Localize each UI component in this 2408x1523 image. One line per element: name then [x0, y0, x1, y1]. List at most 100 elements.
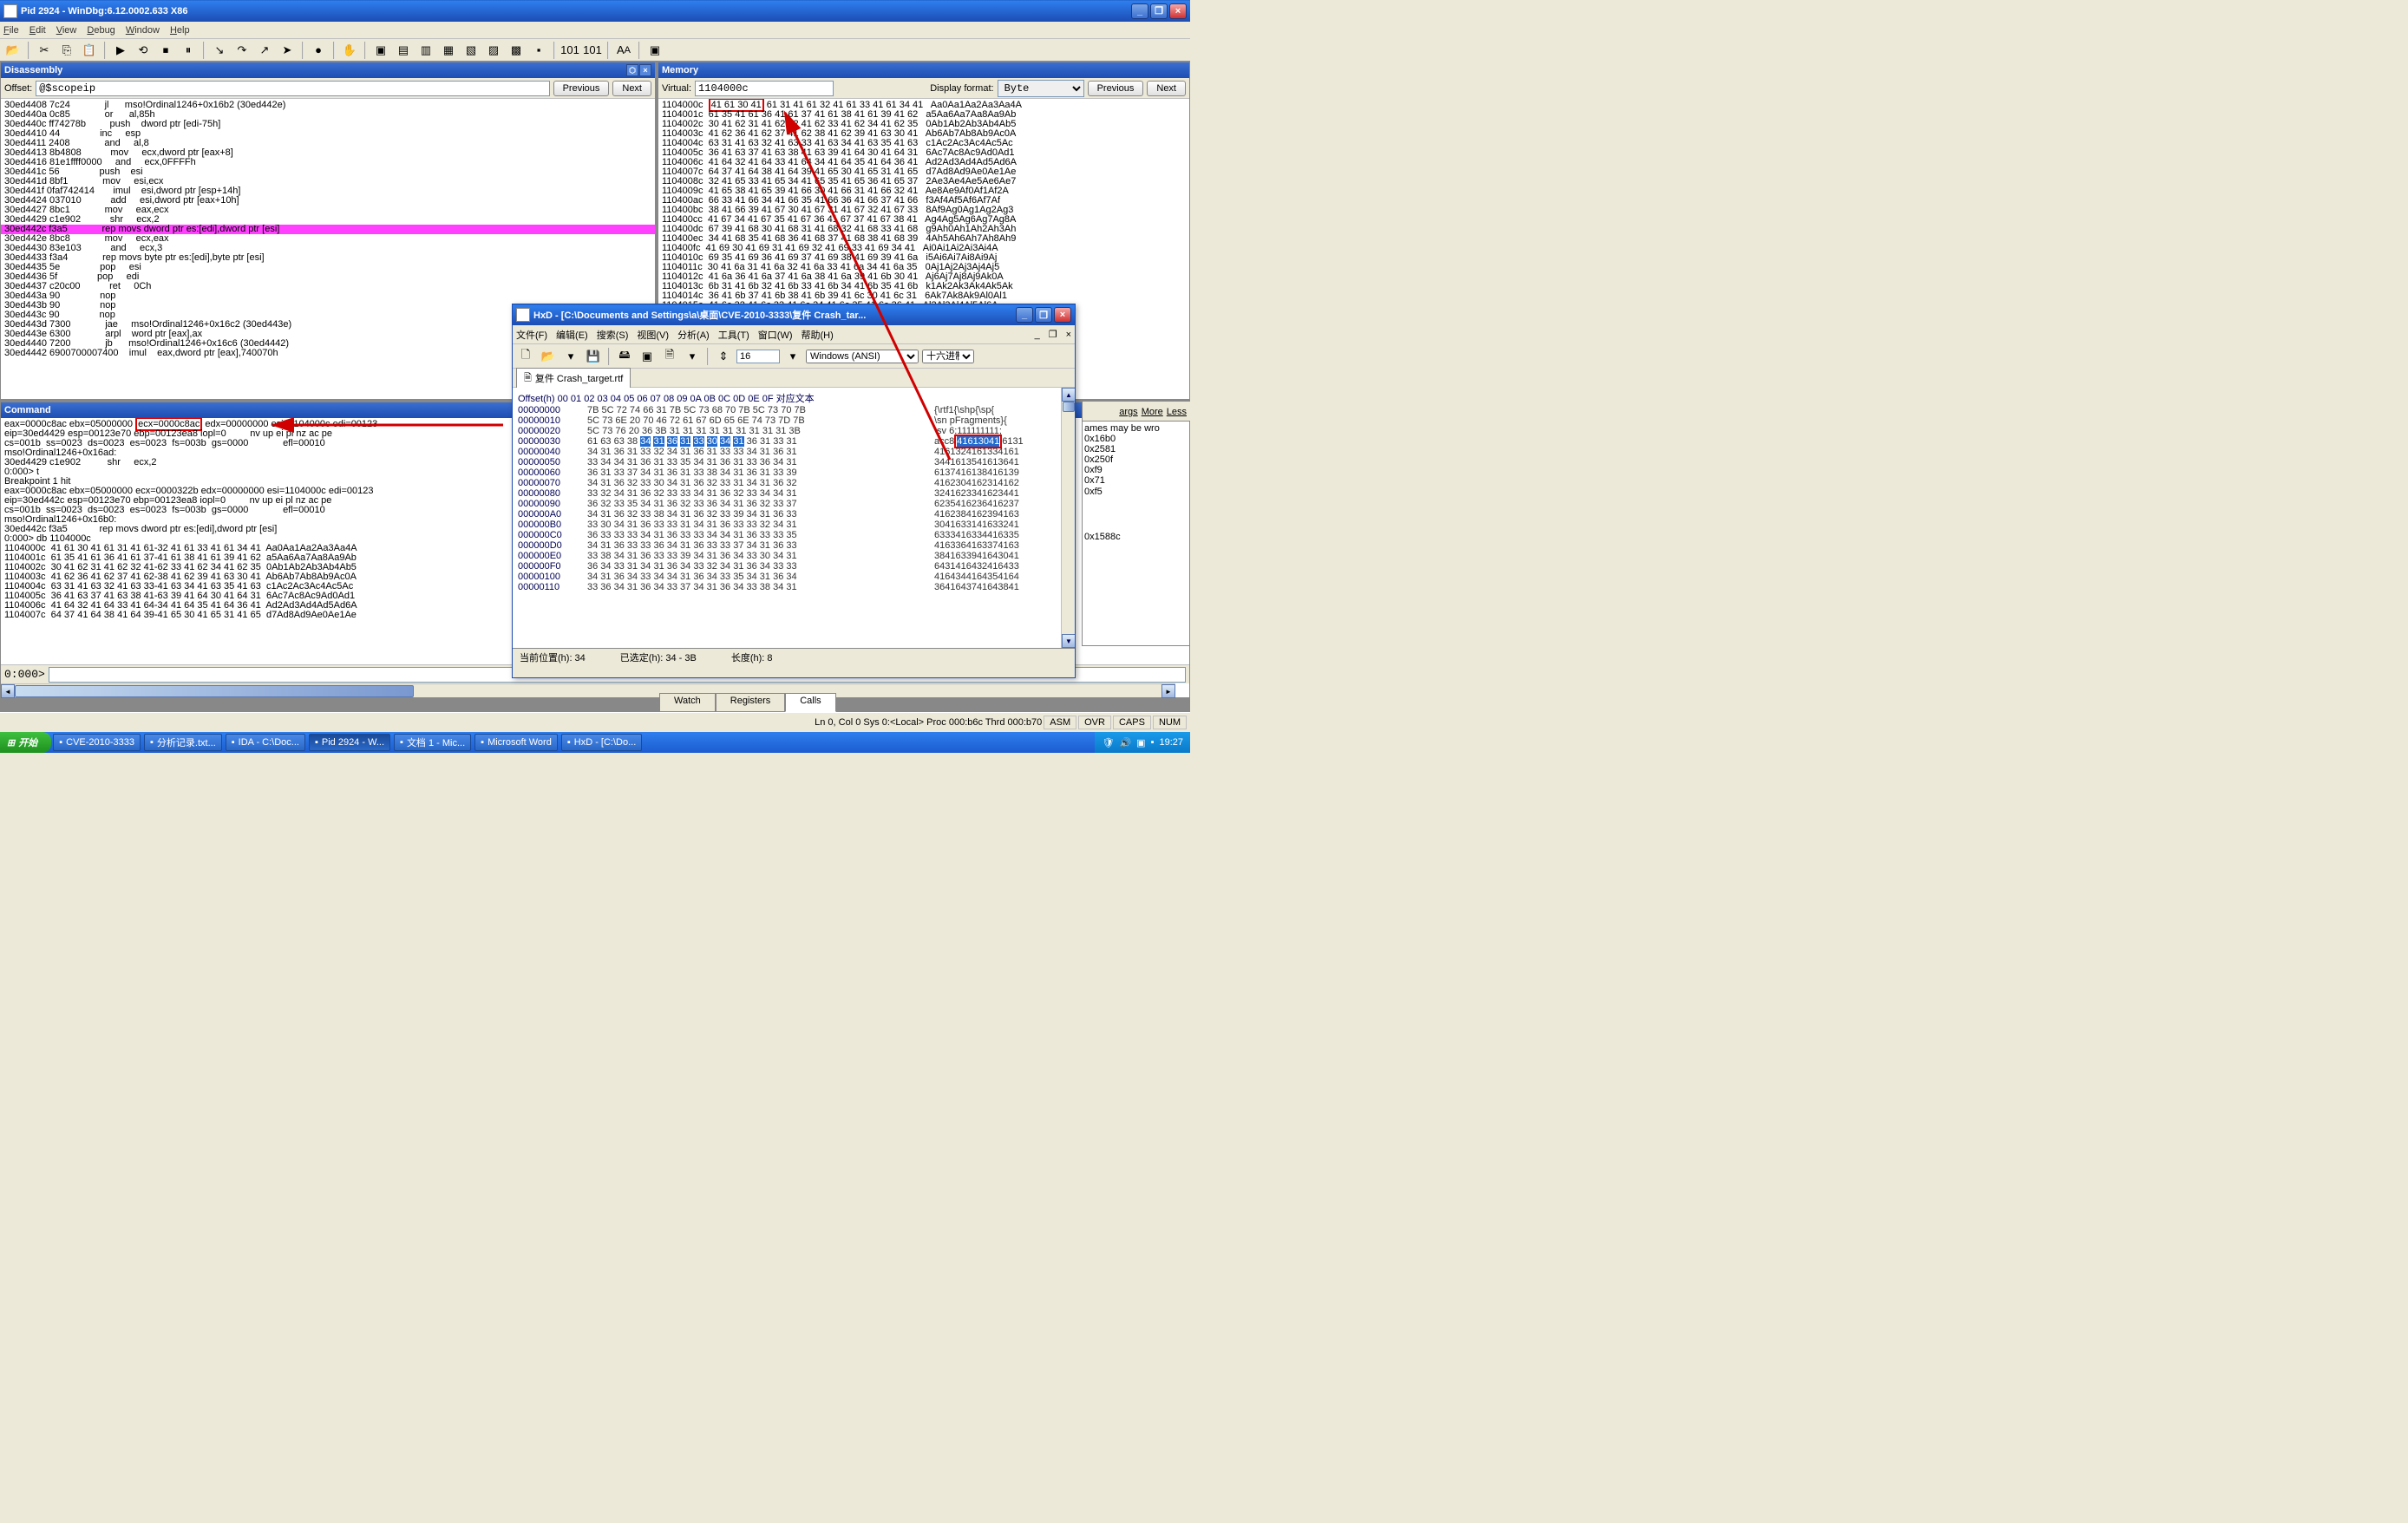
hxd-row[interactable]: 000000A034 31 36 32 33 38 34 31 36 32 33… — [518, 509, 1070, 520]
restart-icon[interactable]: ⟲ — [134, 41, 153, 60]
tray-icon[interactable]: ▪ — [1151, 737, 1155, 748]
hxd-row[interactable]: 0000004034 31 36 31 33 32 34 31 36 31 33… — [518, 447, 1070, 457]
hxd-row[interactable]: 0000007034 31 36 32 33 30 34 31 36 32 33… — [518, 478, 1070, 488]
hxd-row[interactable]: 0000008033 32 34 31 36 32 33 33 34 31 36… — [518, 488, 1070, 499]
tab-calls[interactable]: Calls — [785, 693, 835, 712]
source-mode-icon[interactable]: 101 — [560, 41, 579, 60]
hxd-row[interactable]: 000000007B 5C 72 74 66 31 7B 5C 73 68 70… — [518, 405, 1070, 415]
hand-icon[interactable]: ✋ — [340, 41, 359, 60]
command-h-scrollbar[interactable]: ◄ ► — [1, 683, 1175, 697]
hxd-scroll-thumb[interactable] — [1063, 402, 1075, 412]
menu-debug[interactable]: Debug — [87, 25, 115, 36]
hxd-close-button[interactable]: × — [1054, 307, 1071, 323]
virtual-input[interactable] — [695, 81, 834, 96]
menu-edit[interactable]: Edit — [29, 25, 46, 36]
hxd-v-scrollbar[interactable]: ▲ ▼ — [1061, 388, 1075, 648]
menu-file[interactable]: File — [3, 25, 19, 36]
hxd-row[interactable]: 0000010034 31 36 34 33 34 34 31 36 34 33… — [518, 572, 1070, 582]
go-icon[interactable]: ▶ — [111, 41, 130, 60]
breakpoint-icon[interactable]: ● — [309, 41, 328, 60]
hxd-row[interactable]: 0000011033 36 34 31 36 34 33 37 34 31 36… — [518, 582, 1070, 592]
hxd-row[interactable]: 000000C036 33 33 33 34 31 36 33 33 34 34… — [518, 530, 1070, 540]
watch-icon[interactable]: ▤ — [394, 41, 413, 60]
hxd-row[interactable]: 000000D034 31 36 33 33 36 34 31 36 33 33… — [518, 540, 1070, 551]
font-icon[interactable]: AA — [614, 41, 633, 60]
hxd-menu-edit[interactable]: 编辑(E) — [556, 328, 588, 342]
format-select[interactable]: Byte — [998, 80, 1084, 97]
options-icon[interactable]: ▣ — [645, 41, 664, 60]
taskbar-item[interactable]: ▪HxD - [C:\Do... — [561, 734, 642, 751]
hxd-drive-icon[interactable]: 🖴 — [615, 347, 634, 366]
taskbar-item[interactable]: ▪Microsoft Word — [474, 734, 558, 751]
scroll-down-icon[interactable]: ▼ — [1062, 634, 1075, 648]
copy-icon[interactable]: ⎘ — [57, 41, 76, 60]
hxd-open-icon[interactable]: 📂 — [539, 347, 558, 366]
scroll-left-icon[interactable]: ◄ — [1, 684, 15, 698]
hxd-menu-tools[interactable]: 工具(T) — [718, 328, 749, 342]
maximize-button[interactable]: ❐ — [1150, 3, 1168, 19]
hxd-updown-icon[interactable]: ⇕ — [714, 347, 733, 366]
run-to-cursor-icon[interactable]: ➤ — [278, 41, 297, 60]
hxd-row[interactable]: 0000003061 63 63 38 34 31 36 31 33 30 34… — [518, 436, 1070, 447]
hxd-row[interactable]: 0000006036 31 33 37 34 31 36 31 33 38 34… — [518, 467, 1070, 478]
system-tray[interactable]: 🛡 🔊 ▣ ▪ 19:27 — [1095, 732, 1190, 753]
hxd-dropdown-icon[interactable]: ▾ — [561, 347, 580, 366]
taskbar-item[interactable]: ▪Pid 2924 - W... — [309, 734, 390, 751]
hxd-bpr-dropdown-icon[interactable]: ▾ — [783, 347, 802, 366]
hxd-row[interactable]: 000000105C 73 6E 20 70 46 72 61 67 6D 65… — [518, 415, 1070, 426]
cut-icon[interactable]: ✂ — [35, 41, 54, 60]
mem-next-button[interactable]: Next — [1147, 81, 1186, 96]
step-over-icon[interactable]: ↷ — [232, 41, 252, 60]
hxd-menu-view[interactable]: 视图(V) — [637, 328, 669, 342]
disasm-next-button[interactable]: Next — [612, 81, 651, 96]
hxd-save-icon[interactable]: 💾 — [584, 347, 603, 366]
mem-prev-button[interactable]: Previous — [1088, 81, 1144, 96]
taskbar-item[interactable]: ▪文档 1 - Mic... — [394, 734, 471, 751]
hxd-menu-window[interactable]: 窗口(W) — [758, 328, 793, 342]
disasm-prev-button[interactable]: Previous — [553, 81, 610, 96]
menu-view[interactable]: View — [56, 25, 77, 36]
hxd-mdi-restore-icon[interactable]: ❐ — [1049, 329, 1057, 340]
locals-icon[interactable]: ▥ — [416, 41, 435, 60]
memory-icon[interactable]: ▧ — [461, 41, 481, 60]
hxd-new-icon[interactable]: 🗋 — [516, 347, 535, 366]
hxd-menu-file[interactable]: 文件(F) — [516, 328, 547, 342]
hxd-row[interactable]: 000000E033 38 34 31 36 33 33 39 34 31 36… — [518, 551, 1070, 561]
paste-icon[interactable]: 📋 — [80, 41, 99, 60]
open-icon[interactable]: 📂 — [3, 41, 23, 60]
break-icon[interactable]: ⏸ — [179, 41, 198, 60]
close-button[interactable]: × — [1169, 3, 1187, 19]
taskbar-item[interactable]: ▪CVE-2010-3333 — [53, 734, 141, 751]
registers-icon[interactable]: ▦ — [439, 41, 458, 60]
tray-icon[interactable]: 🔊 — [1119, 737, 1131, 748]
tray-icon[interactable]: ▣ — [1136, 737, 1145, 748]
step-into-icon[interactable]: ↘ — [210, 41, 229, 60]
hxd-bpr-input[interactable] — [736, 350, 780, 363]
more-tab[interactable]: More — [1142, 407, 1163, 417]
scroll-up-icon[interactable]: ▲ — [1062, 388, 1075, 402]
tray-icon[interactable]: 🛡 — [1102, 737, 1114, 748]
hxd-menu-search[interactable]: 搜索(S) — [597, 328, 629, 342]
disasm-icon[interactable]: ▩ — [507, 41, 526, 60]
step-out-icon[interactable]: ↗ — [255, 41, 274, 60]
hxd-menu-analyze[interactable]: 分析(A) — [677, 328, 710, 342]
hxd-mdi-min-icon[interactable]: _ — [1035, 330, 1040, 340]
hxd-mode-select[interactable]: 十六进制 — [922, 350, 974, 363]
hxd-row[interactable]: 000000B033 30 34 31 36 33 33 31 34 31 36… — [518, 520, 1070, 530]
menu-help[interactable]: Help — [170, 25, 190, 36]
stop-icon[interactable]: ⏹ — [156, 41, 175, 60]
scroll-thumb[interactable] — [15, 685, 414, 697]
hxd-file-icon[interactable]: 🗎 — [660, 347, 679, 366]
hxd-mdi-close-icon[interactable]: × — [1066, 330, 1071, 340]
hxd-encoding-select[interactable]: Windows (ANSI) — [806, 350, 919, 363]
start-button[interactable]: ⊞ 开始 — [0, 732, 51, 753]
hxd-row[interactable]: 0000009036 32 33 35 34 31 36 32 33 36 34… — [518, 499, 1070, 509]
hxd-dropdown2-icon[interactable]: ▾ — [683, 347, 702, 366]
hxd-mem-icon[interactable]: ▣ — [638, 347, 657, 366]
callstack-icon[interactable]: ▨ — [484, 41, 503, 60]
less-tab[interactable]: Less — [1167, 407, 1187, 417]
scroll-right-icon[interactable]: ► — [1161, 684, 1175, 698]
hxd-content[interactable]: Offset(h) 00 01 02 03 04 05 06 07 08 09 … — [513, 388, 1075, 648]
hxd-row[interactable]: 0000005033 34 34 31 36 31 33 35 34 31 36… — [518, 457, 1070, 467]
offset-input[interactable] — [36, 81, 549, 96]
